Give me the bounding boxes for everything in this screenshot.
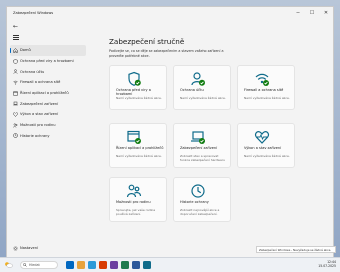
sidebar: ← Domů Ochrana před viry a hrozbami Ochr… [7, 19, 89, 257]
weather-widget[interactable] [4, 261, 13, 268]
tile-title: Zabezpečení zařízení [180, 146, 218, 150]
tile-subtitle: Zobrazit stav a spravovat funkce zabezpe… [180, 154, 225, 162]
excel-app-icon[interactable] [121, 261, 129, 269]
file-explorer-app-icon[interactable] [77, 261, 85, 269]
sidebar-item-label: Firewall a ochrana sítě [20, 80, 61, 85]
sidebar-item-settings[interactable]: Nastavení [10, 243, 86, 253]
tile-app-browser-control[interactable]: Řízení aplikací a prohlížečů Nemí vyžado… [109, 123, 167, 168]
teams-app-icon[interactable] [110, 261, 118, 269]
heart-pulse-icon [254, 131, 270, 144]
tile-title: Historie ochrany [180, 200, 209, 204]
tile-family-options[interactable]: Možnosti pro rodinu Spravujte, jak vaše … [109, 177, 167, 222]
app-window-icon [10, 91, 20, 96]
taskbar-apps [66, 261, 154, 269]
family-icon [126, 184, 142, 198]
security-app-icon[interactable] [143, 261, 151, 269]
sidebar-nav: Domů Ochrana před viry a hrozbami Ochran… [10, 45, 86, 141]
close-button[interactable]: ✕ [319, 7, 333, 19]
family-icon [10, 123, 20, 128]
sidebar-item-device-security[interactable]: Zabezpečení zařízení [10, 98, 86, 109]
notification-toast[interactable]: Zabezpečení Windows - Nevyžaduje se žádn… [256, 246, 336, 253]
start-app-icon[interactable] [66, 261, 74, 269]
hamburger-menu-icon[interactable] [13, 35, 19, 41]
person-check-icon [191, 72, 205, 86]
page-title: Zabezpečení stručně [109, 37, 185, 46]
sidebar-item-device-health[interactable]: Výkon a stav zařízení [10, 109, 86, 120]
tile-subtitle: Zobrazit nejnovější akce a doporučení za… [180, 208, 220, 216]
sidebar-item-label: Domů [20, 48, 31, 53]
sidebar-item-label: Ochrana před viry a hrozbami [20, 59, 74, 64]
weather-icon [5, 262, 13, 268]
shield-check-icon [128, 71, 141, 86]
heart-icon [10, 112, 20, 117]
sidebar-item-history[interactable]: Historie ochrany [10, 131, 86, 142]
clock-date: 15.07.2025 [318, 264, 336, 268]
word-app-icon[interactable] [132, 261, 140, 269]
system-tray-clock[interactable]: 12:44 15.07.2025 [318, 260, 336, 268]
tile-title: Možnosti pro rodinu [116, 200, 151, 204]
tile-subtitle: Nemí vyžadována žádná akce. [244, 96, 290, 100]
tile-firewall[interactable]: Firewall a ochrana sítě Nemí vyžadována … [237, 65, 295, 110]
sidebar-item-label: Výkon a stav zařízení [20, 112, 59, 117]
tile-title: Řízení aplikací a prohlížečů [116, 146, 164, 150]
shield-icon [10, 58, 20, 64]
gear-icon [10, 245, 20, 251]
sidebar-item-label: Možnosti pro rodinu [20, 123, 56, 128]
wifi-check-icon [255, 73, 269, 86]
sidebar-item-label: Ochrana účtu [20, 69, 45, 74]
tile-account-protection[interactable]: Ochrana účtu Nemí vyžadována žádná akce. [173, 65, 231, 110]
tile-subtitle: Nemí vyžadována žádná akce. [116, 96, 162, 100]
sidebar-item-label: Historie ochrany [20, 133, 50, 138]
settings-label: Nastavení [20, 246, 38, 250]
tile-virus-protection[interactable]: Ochrana před viry a hrozbami Nemí vyžado… [109, 65, 167, 110]
sidebar-item-account[interactable]: Ochrana účtu [10, 66, 86, 77]
taskbar-search-box[interactable]: Hledat [20, 261, 58, 269]
minimize-button[interactable]: ─ [291, 7, 305, 19]
tile-subtitle: Nemí vyžadována žádná akce. [180, 96, 226, 100]
tile-subtitle: Spravujte, jak vaše rodina používá zaříz… [116, 208, 156, 216]
wifi-icon [10, 80, 20, 85]
search-placeholder: Hledat [29, 263, 40, 267]
tile-subtitle: Nemí vyžadována žádná akce. [116, 154, 162, 158]
tile-title: Výkon a stav zařízení [244, 146, 282, 150]
sidebar-item-app-browser[interactable]: Řízení aplikací a prohlížečů [10, 88, 86, 99]
tile-title: Firewall a ochrana sítě [244, 88, 284, 92]
maximize-button[interactable]: ☐ [305, 7, 319, 19]
office-app-icon[interactable] [99, 261, 107, 269]
sidebar-item-family[interactable]: Možnosti pro rodinu [10, 120, 86, 131]
search-icon [23, 263, 27, 267]
home-icon [10, 47, 20, 53]
laptop-icon [10, 101, 20, 106]
history-icon [10, 133, 20, 139]
taskbar: Hledat 12:44 15.07.2025 [0, 257, 340, 272]
edge-browser-app-icon[interactable] [88, 261, 96, 269]
security-window: Zabezpečení Windows ─ ☐ ✕ ← Domů Ochrana… [6, 6, 334, 258]
back-arrow-icon[interactable]: ← [13, 23, 18, 30]
sidebar-item-virus-protection[interactable]: Ochrana před viry a hrozbami [10, 56, 86, 67]
title-bar[interactable]: Zabezpečení Windows ─ ☐ ✕ [7, 7, 333, 19]
main-content: Zabezpečení stručně Podívejte se, co se … [103, 19, 333, 257]
sidebar-item-label: Řízení aplikací a prohlížečů [20, 91, 69, 96]
person-icon [10, 69, 20, 75]
history-icon [191, 184, 205, 198]
sidebar-item-label: Zabezpečení zařízení [20, 101, 59, 106]
tile-device-health[interactable]: Výkon a stav zařízení Nemí vyžadována žá… [237, 123, 295, 168]
tile-device-security[interactable]: Zabezpečení zařízení Zobrazit stav a spr… [173, 123, 231, 168]
tile-title: Ochrana účtu [180, 88, 204, 92]
window-title: Zabezpečení Windows [13, 11, 54, 15]
sidebar-item-home[interactable]: Domů [10, 45, 86, 56]
laptop-check-icon [191, 131, 205, 144]
intro-text: Podívejte se, co se děje se zabezpečením… [109, 49, 224, 58]
tile-protection-history[interactable]: Historie ochrany Zobrazit nejnovější akc… [173, 177, 231, 222]
tile-subtitle: Nemí vyžadována žádná akce. [244, 154, 290, 158]
sidebar-item-firewall[interactable]: Firewall a ochrana sítě [10, 77, 86, 88]
app-check-icon [127, 130, 141, 144]
